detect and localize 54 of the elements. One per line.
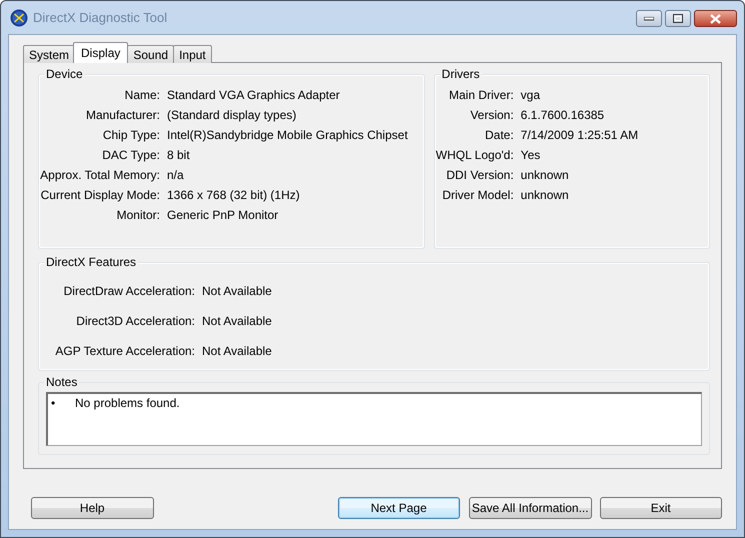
field-label: Date: xyxy=(484,128,514,142)
tab[interactable]: Display xyxy=(73,42,128,63)
note-text: No problems found. xyxy=(75,396,180,410)
field-value: Intel(R)Sandybridge Mobile Graphics Chipset xyxy=(167,128,408,142)
field-value: Not Available xyxy=(202,344,272,358)
window-title: DirectX Diagnostic Tool xyxy=(33,10,168,25)
close-icon xyxy=(709,14,722,24)
field-label: Current Display Mode: xyxy=(40,188,160,202)
bullet: • xyxy=(51,396,56,410)
field-value: vga xyxy=(520,88,542,102)
field-label: Name: xyxy=(124,88,160,102)
minimize-icon xyxy=(644,16,654,20)
field-value: Not Available xyxy=(202,314,272,328)
field-value: Not Available xyxy=(202,284,272,298)
field-value: unknown xyxy=(520,188,570,202)
field-label: DAC Type: xyxy=(101,148,160,162)
field-label: AGP Texture Acceleration: xyxy=(54,344,195,358)
tab[interactable]: Input xyxy=(173,45,212,63)
field-label: Driver Model: xyxy=(441,188,514,202)
close-button[interactable] xyxy=(694,10,737,27)
dialog-button[interactable]: Next Page xyxy=(338,497,460,519)
dialog-button[interactable]: Help xyxy=(31,497,154,519)
field-value: 8 bit xyxy=(167,148,191,162)
dialog-button[interactable]: Save All Information... xyxy=(469,497,592,519)
dialog-button[interactable]: Exit xyxy=(600,497,722,519)
field-value: 6.1.7600.16385 xyxy=(520,108,606,122)
field-value: n/a xyxy=(167,168,185,182)
field-value: Generic PnP Monitor xyxy=(167,208,280,222)
field-value: (Standard display types) xyxy=(167,108,298,122)
maximize-icon xyxy=(673,14,683,23)
field-label: WHQL Logo'd: xyxy=(434,148,514,162)
tab[interactable]: System xyxy=(23,45,76,63)
group-title: DirectX Features xyxy=(44,255,138,269)
field-label: Monitor: xyxy=(116,208,160,222)
field-value: 7/14/2009 1:25:51 AM xyxy=(520,128,638,142)
group-title: Device xyxy=(44,67,85,81)
minimize-button[interactable] xyxy=(636,10,662,27)
field-label: Manufacturer: xyxy=(84,108,160,122)
field-value: 1366 x 768 (32 bit) (1Hz) xyxy=(167,188,301,202)
field-label: Main Driver: xyxy=(448,88,514,102)
field-label: DDI Version: xyxy=(445,168,514,182)
field-label: DirectDraw Acceleration: xyxy=(62,284,195,298)
field-label: Approx. Total Memory: xyxy=(39,168,160,182)
group-title: Notes xyxy=(44,375,80,389)
group-title: Drivers xyxy=(440,67,482,81)
field-label: Direct3D Acceleration: xyxy=(75,314,195,328)
directx-logo-icon xyxy=(10,8,28,26)
maximize-button[interactable] xyxy=(665,10,691,27)
field-label: Chip Type: xyxy=(102,128,160,142)
tab[interactable]: Sound xyxy=(127,45,174,63)
field-value: Yes xyxy=(520,148,542,162)
field-value: unknown xyxy=(520,168,570,182)
field-label: Version: xyxy=(469,108,514,122)
field-value: Standard VGA Graphics Adapter xyxy=(167,88,341,102)
